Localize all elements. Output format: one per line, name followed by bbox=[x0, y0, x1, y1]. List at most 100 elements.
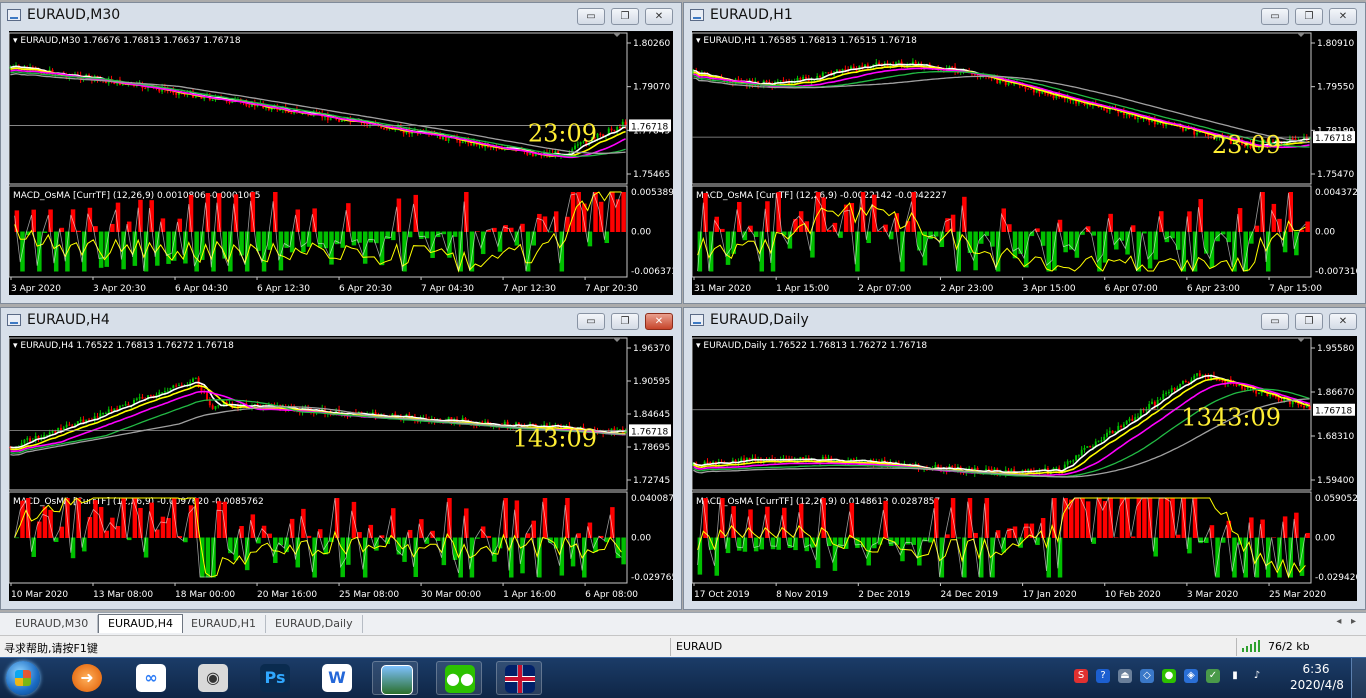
candle-body bbox=[158, 392, 161, 395]
price-tick-label: 1.96370 bbox=[633, 344, 670, 354]
app-icon[interactable]: ➜ bbox=[64, 661, 110, 695]
time-tick-label: 7 Apr 15:00 bbox=[1269, 284, 1322, 294]
close-button[interactable]: ✕ bbox=[645, 313, 673, 330]
chart-window-h1[interactable]: EURAUD,H1 ▭ ❐ ✕ ▾ EURAUD,H1 1.76585 1.76… bbox=[683, 2, 1366, 304]
macd-histogram-bar bbox=[205, 537, 211, 578]
time-tick-label: 25 Mar 2020 bbox=[1269, 590, 1326, 600]
picture-viewer-icon[interactable] bbox=[372, 661, 418, 695]
windows-start-icon[interactable] bbox=[6, 661, 40, 695]
macd-histogram-bar bbox=[1142, 498, 1147, 538]
tab-scroll-arrows[interactable]: ◂ ▸ bbox=[1336, 616, 1356, 627]
close-button[interactable]: ✕ bbox=[1329, 8, 1357, 25]
candle-body bbox=[1139, 118, 1142, 120]
tab-euraud-daily[interactable]: EURAUD,Daily bbox=[266, 615, 363, 633]
close-button[interactable]: ✕ bbox=[1329, 313, 1357, 330]
minimize-button[interactable]: ▭ bbox=[577, 8, 605, 25]
title-bar[interactable]: EURAUD,Daily ▭ ❐ ✕ bbox=[684, 308, 1365, 334]
chart-svg[interactable]: ▾ EURAUD,H4 1.76522 1.76813 1.76272 1.76… bbox=[9, 336, 673, 601]
candle-body bbox=[29, 438, 32, 442]
show-desktop-button[interactable] bbox=[1351, 658, 1366, 698]
candle-body bbox=[110, 409, 113, 412]
shield-icon[interactable]: ◈ bbox=[1184, 669, 1198, 683]
candle-body bbox=[461, 141, 464, 144]
baidu-netdisk-icon[interactable]: ∞ bbox=[128, 661, 174, 695]
macd-histogram-bar bbox=[1271, 537, 1277, 538]
candle-body bbox=[1255, 390, 1258, 394]
window-title: EURAUD,Daily bbox=[710, 312, 809, 328]
candle-body bbox=[1030, 88, 1033, 90]
macd-tick-label: -0.006373 bbox=[631, 267, 673, 277]
chart-area[interactable]: ▾ EURAUD,H4 1.76522 1.76813 1.76272 1.76… bbox=[9, 336, 673, 601]
maximize-button[interactable]: ❐ bbox=[611, 8, 639, 25]
time-tick-label: 25 Mar 08:00 bbox=[339, 590, 399, 600]
chart-svg[interactable]: ▾ EURAUD,Daily 1.76522 1.76813 1.76272 1… bbox=[692, 336, 1357, 601]
photoshop-icon[interactable]: Ps bbox=[252, 661, 298, 695]
candle-body bbox=[1097, 440, 1100, 442]
price-tick-label: 1.95580 bbox=[1317, 344, 1354, 354]
help-icon[interactable]: ? bbox=[1096, 669, 1110, 683]
macd-histogram-bar bbox=[318, 231, 323, 248]
candle-body bbox=[610, 128, 613, 131]
chart-window-h4[interactable]: EURAUD,H4 ▭ ❐ ✕ ▾ EURAUD,H4 1.76522 1.76… bbox=[0, 307, 682, 610]
tab-euraud-h1[interactable]: EURAUD,H1 bbox=[182, 615, 267, 633]
candle-countdown: 143:09 bbox=[513, 424, 597, 452]
time-tick-label: 2 Apr 23:00 bbox=[940, 284, 993, 294]
candle-body bbox=[102, 413, 105, 415]
tab-euraud-m30[interactable]: EURAUD,M30 bbox=[6, 615, 99, 633]
macd-histogram-bar bbox=[1102, 231, 1108, 263]
price-tick-label: 1.80260 bbox=[633, 39, 670, 49]
wechat-tray-icon[interactable]: ● bbox=[1162, 669, 1176, 683]
candle-body bbox=[861, 65, 864, 67]
minimize-button[interactable]: ▭ bbox=[577, 313, 605, 330]
chart-area[interactable]: ▾ EURAUD,Daily 1.76522 1.76813 1.76272 1… bbox=[692, 336, 1357, 601]
maximize-button[interactable]: ❐ bbox=[1295, 313, 1323, 330]
title-bar[interactable]: EURAUD,M30 ▭ ❐ ✕ bbox=[1, 3, 681, 29]
macd-histogram-bar bbox=[1063, 498, 1068, 538]
chart-window-daily[interactable]: EURAUD,Daily ▭ ❐ ✕ ▾ EURAUD,Daily 1.7652… bbox=[683, 307, 1366, 610]
candle-body bbox=[200, 386, 203, 391]
time-tick-label: 3 Mar 2020 bbox=[1187, 590, 1239, 600]
usb-icon[interactable]: ⏏ bbox=[1118, 669, 1132, 683]
macd-histogram-bar bbox=[98, 231, 104, 268]
macd-histogram-bar bbox=[59, 526, 65, 538]
macd-histogram-bar bbox=[621, 192, 626, 232]
macd-histogram-bar bbox=[1159, 498, 1164, 538]
sogou-icon[interactable]: S bbox=[1074, 669, 1088, 683]
chart-window-m30[interactable]: EURAUD,M30 ▭ ❐ ✕ ▾ EURAUD,M30 1.76676 1.… bbox=[0, 2, 682, 304]
price-tick-label: 1.75470 bbox=[1317, 170, 1354, 180]
time-tick-label: 6 Apr 12:30 bbox=[257, 284, 310, 294]
candle-body bbox=[1046, 93, 1049, 95]
candle-body bbox=[897, 61, 900, 63]
candle-countdown: 23:09 bbox=[528, 119, 597, 147]
wechat-icon[interactable]: ●● bbox=[436, 661, 482, 695]
candle-body bbox=[214, 406, 217, 409]
taskbar-clock[interactable]: 6:36 2020/4/8 bbox=[1290, 661, 1344, 693]
macd-histogram-bar bbox=[731, 506, 736, 538]
maximize-button[interactable]: ❐ bbox=[611, 313, 639, 330]
chart-area[interactable]: ▾ EURAUD,H1 1.76585 1.76813 1.76515 1.76… bbox=[692, 31, 1357, 295]
security-icon[interactable]: ✓ bbox=[1206, 669, 1220, 683]
cube-icon[interactable]: ◇ bbox=[1140, 669, 1154, 683]
title-bar[interactable]: EURAUD,H1 ▭ ❐ ✕ bbox=[684, 3, 1365, 29]
macd-histogram-bar bbox=[610, 507, 615, 538]
candle-body bbox=[149, 395, 152, 397]
chart-svg[interactable]: ▾ EURAUD,M30 1.76676 1.76813 1.76637 1.7… bbox=[9, 31, 673, 295]
candle-body bbox=[802, 76, 805, 80]
macd-histogram-bar bbox=[1136, 498, 1142, 538]
close-button[interactable]: ✕ bbox=[645, 8, 673, 25]
candle-body bbox=[1004, 81, 1007, 85]
candle-body bbox=[141, 397, 144, 399]
minimize-button[interactable]: ▭ bbox=[1261, 313, 1289, 330]
title-bar[interactable]: EURAUD,H4 ▭ ❐ ✕ bbox=[1, 308, 681, 334]
camera-icon[interactable]: ◉ bbox=[190, 661, 236, 695]
minimize-button[interactable]: ▭ bbox=[1261, 8, 1289, 25]
maximize-button[interactable]: ❐ bbox=[1295, 8, 1323, 25]
chart-area[interactable]: ▾ EURAUD,M30 1.76676 1.76813 1.76637 1.7… bbox=[9, 31, 673, 295]
chart-header: ▾ EURAUD,H1 1.76585 1.76813 1.76515 1.76… bbox=[696, 36, 917, 46]
volume-icon[interactable]: ♪ bbox=[1250, 669, 1264, 683]
chart-svg[interactable]: ▾ EURAUD,H1 1.76585 1.76813 1.76515 1.76… bbox=[692, 31, 1357, 295]
metatrader-uk-flag-icon[interactable] bbox=[496, 661, 542, 695]
tab-euraud-h4[interactable]: EURAUD,H4 bbox=[98, 614, 184, 633]
network-icon[interactable]: ▮ bbox=[1228, 669, 1242, 683]
wps-icon[interactable]: W bbox=[314, 661, 360, 695]
